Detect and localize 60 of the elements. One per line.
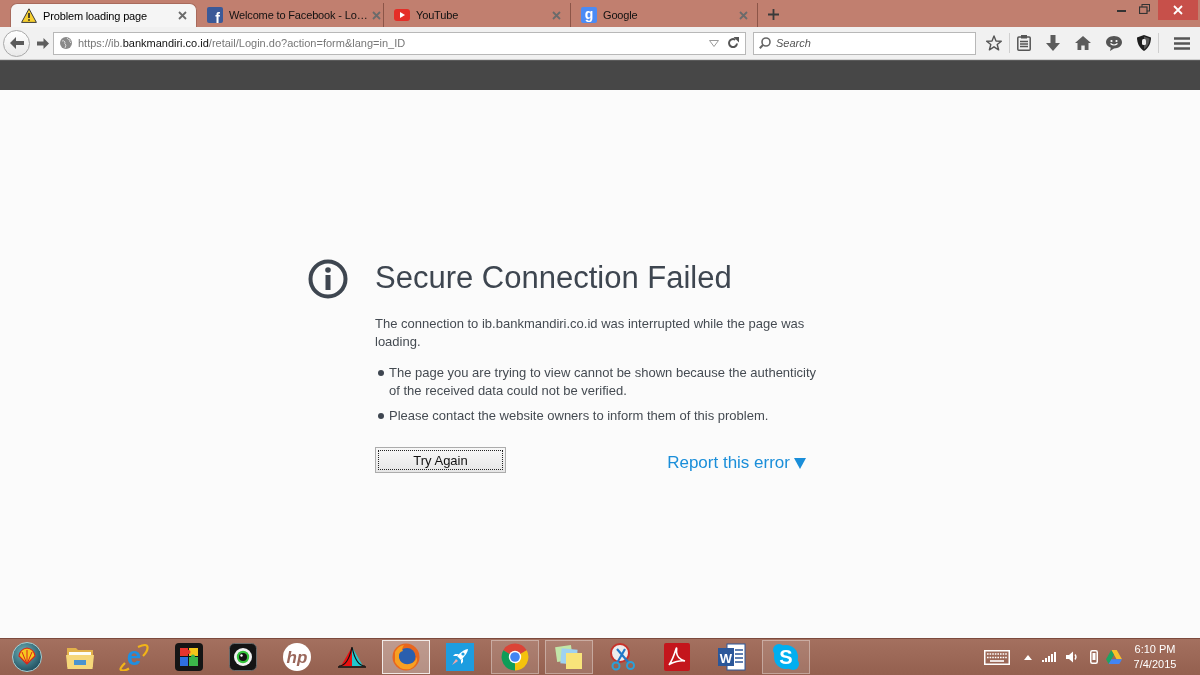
try-again-button[interactable]: Try Again	[375, 447, 506, 473]
close-icon	[1173, 5, 1183, 15]
up-arrow-icon[interactable]	[1024, 654, 1032, 660]
folder-icon	[66, 645, 95, 669]
g-square-icon: g	[581, 7, 597, 23]
warning-icon	[21, 8, 37, 23]
bullet-icon	[378, 370, 384, 376]
shell-orb-icon	[11, 642, 42, 672]
phone-icon[interactable]	[1090, 650, 1098, 664]
s-cloud-icon: S	[772, 643, 800, 671]
bullet-icon	[378, 413, 384, 419]
url-text: https://ib.bankmandiri.co.id/retail/Login.do?action=form&lang=in_ID	[78, 37, 407, 49]
play-icon	[394, 9, 410, 21]
home-icon[interactable]	[1075, 36, 1091, 50]
back-button[interactable]	[3, 29, 30, 57]
signal-bars-icon[interactable]	[1042, 652, 1056, 662]
rocket-icon	[446, 643, 475, 671]
caret-down-icon	[794, 457, 806, 469]
star-icon[interactable]	[986, 35, 1002, 51]
scissors-icon	[609, 643, 638, 671]
taskbar-button[interactable]: hp	[273, 640, 322, 674]
globe-icon	[60, 37, 72, 49]
search-field[interactable]: Search	[753, 31, 976, 55]
download-arrow-icon[interactable]	[1046, 35, 1060, 51]
close-tab-icon[interactable]	[178, 11, 187, 20]
browser-tab[interactable]: Problem loading page	[10, 3, 197, 27]
keyboard-icon[interactable]	[984, 649, 1010, 665]
sticky-notes-icon	[554, 644, 583, 670]
menu-icon[interactable]	[1174, 36, 1190, 50]
bullet-text: The page you are trying to view cannot be shown because the authenticity of the received data could not be verified.	[389, 364, 818, 400]
error-title: Secure Connection Failed	[375, 259, 733, 297]
speaker-icon[interactable]	[1066, 651, 1078, 663]
triangle-logo-icon[interactable]	[1106, 650, 1122, 664]
dropdown-triangle-icon[interactable]	[709, 39, 719, 47]
close-button[interactable]	[1158, 0, 1198, 20]
smiley-bubble-icon[interactable]	[1106, 35, 1122, 51]
new-tab-icon[interactable]	[768, 9, 779, 20]
f-square-icon: f	[207, 7, 223, 23]
shield-icon[interactable]	[1137, 35, 1151, 51]
taskbar-clock[interactable]: 6:10 PM 7/4/2015	[1128, 642, 1182, 672]
restore-icon[interactable]	[1139, 4, 1150, 14]
swirl-document-icon	[664, 643, 691, 671]
fox-globe-icon	[391, 643, 420, 671]
info-icon	[308, 259, 348, 299]
reload-icon[interactable]	[727, 37, 739, 49]
bullet-text: Please contact the website owners to inform them of this problem.	[389, 407, 770, 425]
triangle-chart-icon	[337, 646, 366, 668]
error-message: The connection to ib.bankmandiri.co.id was interrupted while the page was loading.	[375, 315, 806, 351]
address-bar[interactable]: https://ib.bankmandiri.co.id/retail/Login.do?action=form&lang=in_ID	[53, 31, 746, 55]
clipboard-list-icon[interactable]	[1017, 35, 1031, 51]
left-arrow-icon	[9, 37, 24, 49]
report-error-link[interactable]: Report this error	[667, 453, 806, 473]
start-button[interactable]	[11, 642, 42, 672]
taskbar-button[interactable]: W	[707, 640, 756, 674]
color-wheel-icon	[500, 643, 529, 671]
search-icon	[759, 36, 771, 49]
puzzle-icon	[174, 643, 203, 671]
camera-lens-icon	[229, 643, 258, 671]
hp-logo-icon: hp	[283, 643, 312, 671]
forward-arrow-icon[interactable]	[37, 37, 49, 49]
